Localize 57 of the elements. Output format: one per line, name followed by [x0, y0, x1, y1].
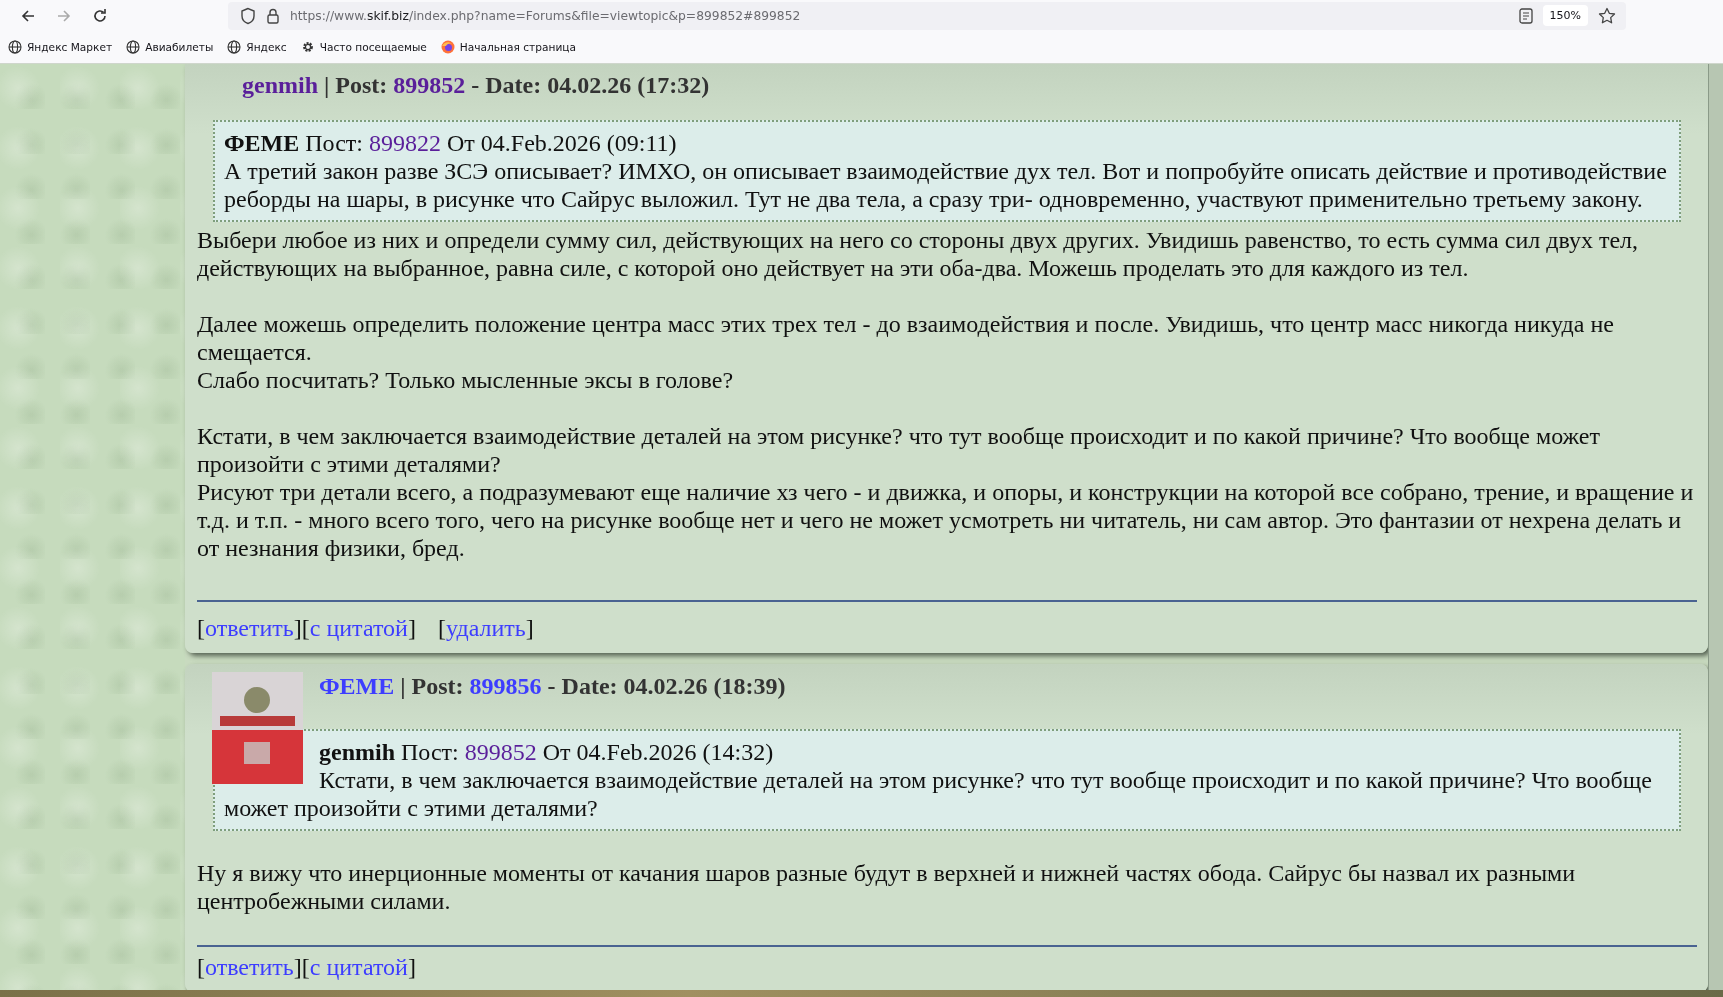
bracket: [	[197, 615, 205, 641]
browser-logo-icon	[440, 40, 455, 54]
quote-post-link[interactable]: 899852	[464, 739, 537, 765]
gear-icon	[300, 40, 315, 54]
bracket: ]	[407, 615, 416, 641]
bookmark-item[interactable]: Часто посещаемые	[300, 40, 427, 54]
author-link[interactable]: ФЕМЕ	[319, 673, 395, 699]
bracket: ]	[293, 954, 302, 980]
author-link[interactable]: genmih	[242, 72, 318, 98]
lock-icon[interactable]	[266, 6, 280, 25]
quote-text: Кстати, в чем заключается взаимодействие деталей на этом рисунке? что тут вообще происходит и по какой причине? Что вообще может произойти с этими деталями?	[224, 766, 1653, 822]
quote-text: А третий закон разве ЗСЭ описывает? ИМХО, он описывает взаимодействие дух тел. Вот и попробуйте описать действие и противодействие реборды на шары, в рисунке что Сайрус выложил. Тут не два тела, а сразу три- одновременно, участвуют применительно третьему закону.	[224, 157, 1668, 213]
post-date: - Date: 04.02.26 (18:39)	[547, 673, 786, 699]
post-text: Далее можешь определить положение центра масс этих трех тел - до взаимодействия и после. Увидишь, что центр масс никогда никуда не смещается.	[197, 310, 1615, 366]
post-text: Рисуют три детали всего, а подразумевают еще наличие хз чего - и движка, и опоры, и конструкции на которой все собрано, трение, и вращение и т.д. и т.п. - много всего того, чего на рисунке вообще нет и чего не может усмотреть ни читатель, ни сам автор. Это фантазии от нехрена делать и от незнания физики, бред.	[197, 478, 1695, 562]
globe-icon	[8, 40, 22, 54]
reload-icon[interactable]	[91, 6, 109, 25]
bookmark-item[interactable]: Начальная страница	[440, 40, 576, 54]
quote-post-link[interactable]: 899822	[369, 130, 442, 156]
action-link[interactable]: удалить	[445, 615, 526, 641]
star-icon[interactable]	[1598, 6, 1616, 25]
post-text: Ну я вижу что инерционные моменты от качания шаров разные будут в верхней и нижней частях обода. Сайрус бы назвал их разными центробежными силами.	[197, 859, 1577, 915]
post-date: - Date: 04.02.26 (17:32)	[471, 72, 710, 98]
action-link[interactable]: с цитатой	[309, 954, 408, 980]
url-text[interactable]: https://www.skif.biz/index.php?name=Forums&file=viewtopic&p=899852#899852	[290, 8, 801, 23]
shield-icon[interactable]	[240, 6, 256, 25]
zoom-level-button[interactable]: 150%	[1542, 5, 1588, 26]
globe-icon	[227, 40, 242, 54]
bookmark-item[interactable]: Яндекс	[227, 40, 287, 54]
quote-post-label: Пост:	[401, 739, 459, 765]
bracket: [	[197, 954, 205, 980]
quote-post-label: Пост:	[305, 130, 364, 156]
post-label: | Post:	[324, 72, 388, 98]
reader-view-icon[interactable]	[1518, 7, 1533, 24]
globe-icon	[126, 40, 141, 54]
post-text: Кстати, в чем заключается взаимодействие деталей на этом рисунке? что тут вообще происходит и по какой причине? Что вообще может произойти с этими деталями?	[197, 422, 1601, 478]
address-bar[interactable]: https://www.skif.biz/index.php?name=Forums&file=viewtopic&p=899852#899852 150%	[228, 1, 1626, 30]
action-link[interactable]: ответить	[205, 615, 294, 641]
bookmark-item[interactable]: Яндекс Маркет	[8, 40, 113, 54]
bracket: [	[301, 615, 310, 641]
bracket: ]	[293, 615, 302, 641]
action-link[interactable]: с цитатой	[309, 615, 408, 641]
quote-date: От 04.Feb.2026 (14:32)	[542, 739, 774, 765]
bracket: [	[301, 954, 310, 980]
post-number-link[interactable]: 899852	[393, 72, 466, 98]
bookmark-item[interactable]: Авиабилеты	[126, 40, 214, 54]
bracket: [	[437, 615, 446, 641]
quote-author: genmih	[319, 739, 395, 765]
post-text: Слабо посчитать? Только мысленные эксы в голове?	[197, 366, 735, 394]
post-text: Выбери любое из них и определи сумму сил, действующих на него со стороны двух других. Увидишь равенство, то есть сумма сил двух тел, действующих на выбранное, равна силе, с которой оно действует на эти оба-два. Можешь проделать это для каждого из тел.	[197, 226, 1640, 282]
post-number-link[interactable]: 899856	[469, 673, 542, 699]
post-label: | Post:	[400, 673, 464, 699]
bracket: ]	[525, 615, 534, 641]
action-link[interactable]: ответить	[205, 954, 294, 980]
quote-date: От 04.Feb.2026 (09:11)	[447, 130, 677, 156]
bracket: ]	[407, 954, 416, 980]
quote-author: ФЕМЕ	[224, 130, 300, 156]
